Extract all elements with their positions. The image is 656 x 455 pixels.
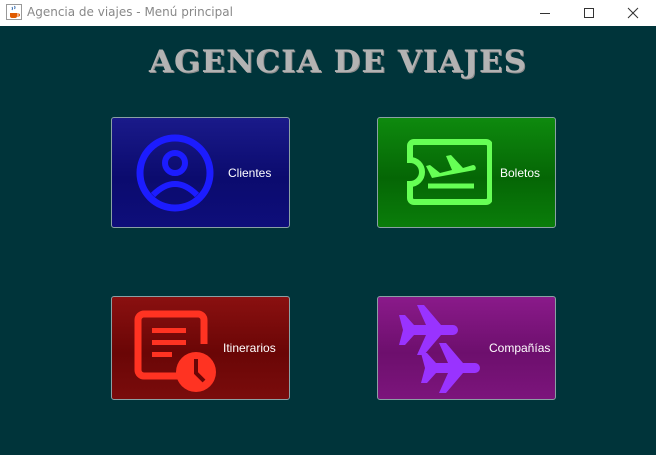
maximize-icon bbox=[584, 8, 594, 18]
close-icon bbox=[627, 7, 639, 19]
minimize-icon bbox=[540, 13, 550, 14]
companias-label: Compañías bbox=[489, 341, 551, 355]
boletos-label: Boletos bbox=[500, 165, 541, 180]
main-panel: AGENCIA DE VIAJES Clientes Boletos Itine… bbox=[0, 26, 656, 455]
close-button[interactable] bbox=[610, 0, 656, 26]
maximize-button[interactable] bbox=[566, 0, 612, 26]
schedule-document-icon bbox=[134, 310, 216, 392]
flight-ticket-icon bbox=[407, 139, 492, 205]
airplanes-icon bbox=[399, 305, 480, 393]
page-title: AGENCIA DE VIAJES bbox=[148, 44, 528, 80]
java-coffee-icon bbox=[6, 4, 22, 20]
user-circle-icon bbox=[136, 134, 214, 212]
title-bar: Agencia de viajes - Menú principal bbox=[0, 0, 656, 26]
clientes-button[interactable]: Clientes bbox=[111, 117, 290, 228]
companias-button[interactable]: Compañías bbox=[377, 296, 556, 400]
boletos-button[interactable]: Boletos bbox=[377, 117, 556, 228]
window-title: Agencia de viajes - Menú principal bbox=[27, 5, 233, 19]
itinerarios-label: Itinerarios bbox=[223, 341, 276, 355]
clientes-label: Clientes bbox=[228, 165, 272, 180]
itinerarios-button[interactable]: Itinerarios bbox=[111, 296, 290, 400]
minimize-button[interactable] bbox=[522, 0, 568, 26]
